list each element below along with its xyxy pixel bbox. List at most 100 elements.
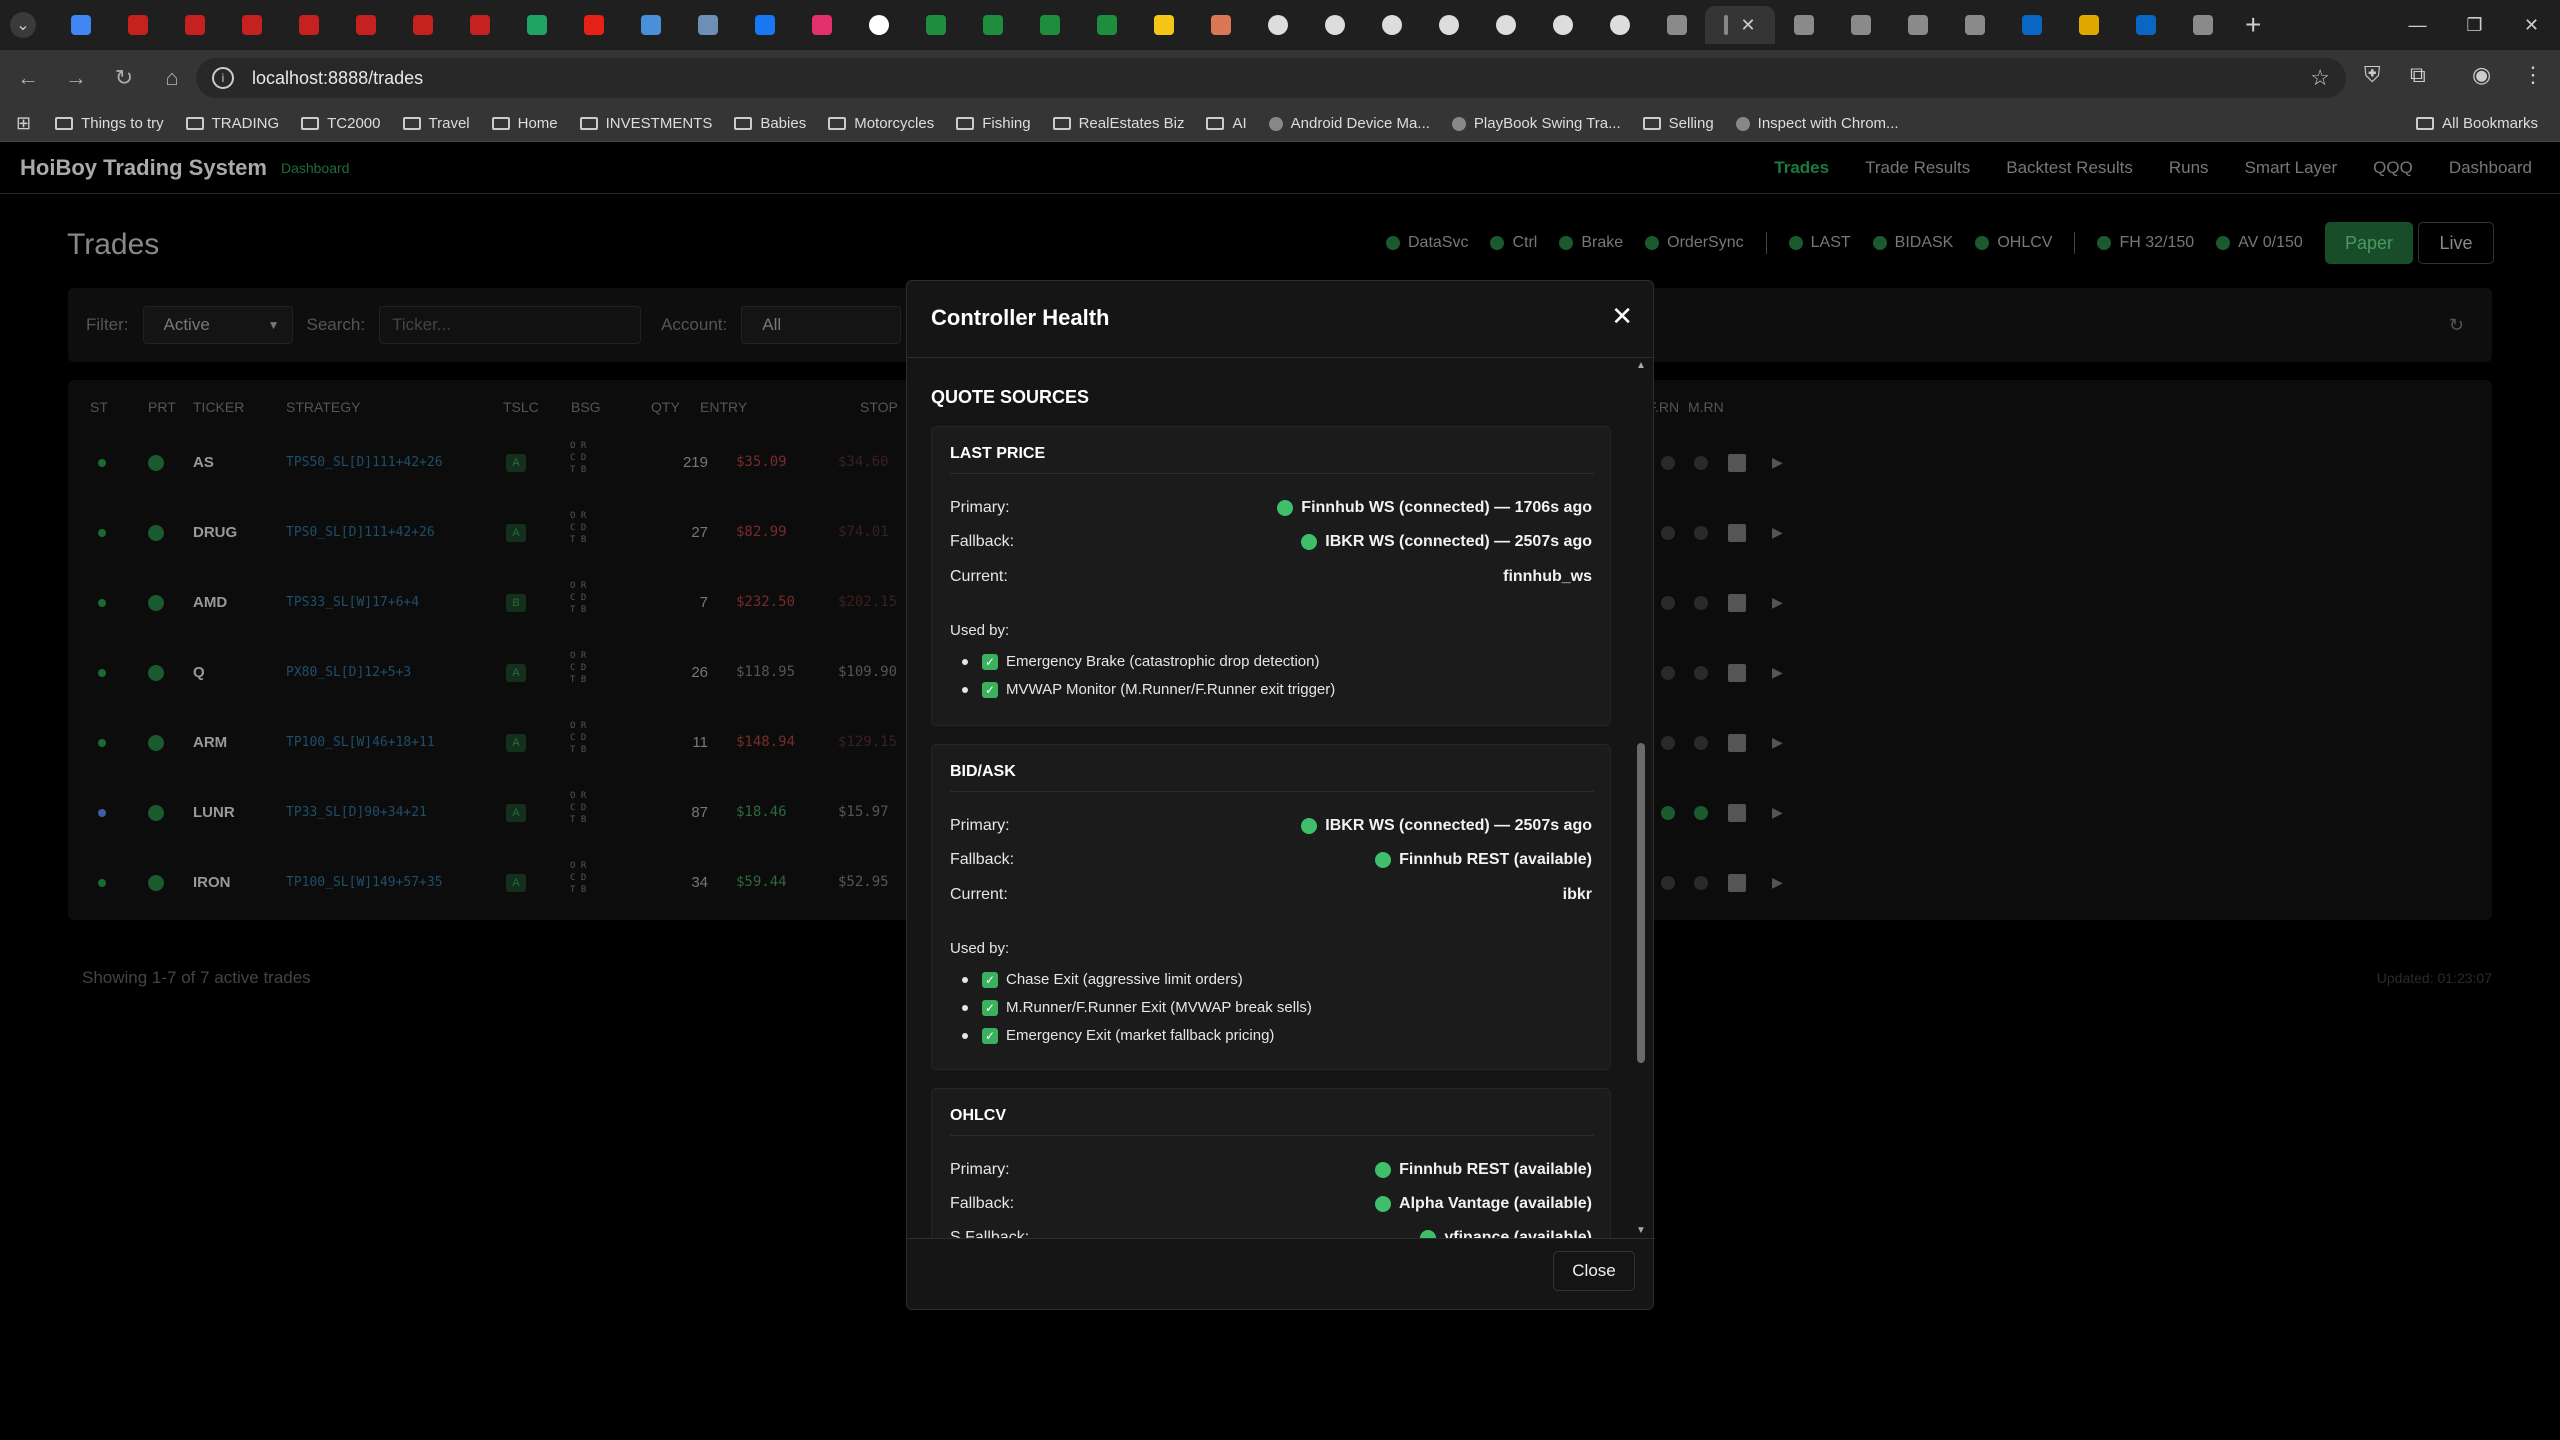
browser-tab[interactable] [451,6,508,44]
browser-tab[interactable] [2117,6,2174,44]
back-icon[interactable]: ← [8,65,48,91]
play-icon[interactable]: ▶ [1772,734,1783,751]
restore-icon[interactable]: ❐ [2446,0,2503,50]
column-header[interactable]: ST [90,399,108,415]
status-av-0-150[interactable]: AV 0/150 [2216,234,2303,252]
browser-tab[interactable] [1775,6,1832,44]
bookmark-item[interactable]: INVESTMENTS [579,115,712,132]
column-header[interactable]: QTY [651,399,680,415]
browser-tab[interactable] [1534,6,1591,44]
browser-tab[interactable] [1078,6,1135,44]
brand-subtitle[interactable]: Dashboard [281,160,350,176]
mrn-dot[interactable] [1694,806,1708,820]
browser-tab[interactable] [793,6,850,44]
close-button[interactable]: Close [1553,1251,1635,1291]
browser-tab[interactable] [109,6,166,44]
status-brake[interactable]: Brake [1559,234,1623,252]
chart-icon[interactable] [1728,594,1746,612]
column-header[interactable]: BSG [571,399,601,415]
reload-icon[interactable]: ↻ [104,65,144,91]
ticker-cell[interactable]: ARM [193,734,227,751]
bookmark-item[interactable]: Selling [1642,115,1714,132]
home-icon[interactable]: ⌂ [152,65,192,91]
bookmark-item[interactable]: RealEstates Biz [1052,115,1184,132]
browser-tab[interactable]: ✕ [1705,6,1775,44]
strategy-cell[interactable]: PX80_SL[D]12+5+3 [286,665,411,680]
mrn-dot[interactable] [1694,456,1708,470]
browser-tab[interactable] [736,6,793,44]
bookmark-item[interactable]: AI [1206,115,1247,132]
browser-tab[interactable] [1192,6,1249,44]
play-icon[interactable]: ▶ [1772,804,1783,821]
browser-tab[interactable] [394,6,451,44]
play-icon[interactable]: ▶ [1772,524,1783,541]
browser-tab[interactable] [1021,6,1078,44]
ticker-cell[interactable]: IRON [193,874,231,891]
close-window-icon[interactable]: ✕ [2503,0,2560,50]
browser-tab[interactable] [565,6,622,44]
bookmark-item[interactable]: Home [491,115,558,132]
mrn-dot[interactable] [1694,526,1708,540]
frn-dot[interactable] [1661,806,1675,820]
all-bookmarks[interactable]: All Bookmarks [2416,115,2538,132]
browser-tab[interactable] [1889,6,1946,44]
status-bidask[interactable]: BIDASK [1872,234,1953,252]
ticker-cell[interactable]: Q [193,664,205,681]
scroll-down-icon[interactable]: ▼ [1635,1225,1647,1236]
bookmark-item[interactable]: Inspect with Chrom... [1735,115,1899,132]
frn-dot[interactable] [1661,596,1675,610]
bookmark-star-icon[interactable]: ☆ [2310,65,2330,91]
column-header[interactable]: PRT [148,399,176,415]
minimize-icon[interactable]: — [2389,0,2446,50]
modal-body[interactable]: QUOTE SOURCES LAST PRICE Primary: Finnhu… [907,358,1655,1238]
browser-tab[interactable] [2060,6,2117,44]
browser-tab[interactable] [2003,6,2060,44]
browser-tab[interactable] [1591,6,1648,44]
status-ohlcv[interactable]: OHLCV [1975,234,2052,252]
brand-title[interactable]: HoiBoy Trading System [20,155,267,181]
strategy-cell[interactable]: TPS50_SL[D]111+42+26 [286,455,443,470]
browser-tab[interactable] [679,6,736,44]
forward-icon[interactable]: → [56,65,96,91]
mrn-dot[interactable] [1694,736,1708,750]
bookmark-item[interactable]: TRADING [185,115,279,132]
nav-runs[interactable]: Runs [2169,158,2209,178]
ticker-search-input[interactable]: Ticker... [379,306,642,344]
strategy-cell[interactable]: TP33_SL[D]90+34+21 [286,805,427,820]
ticker-cell[interactable]: LUNR [193,804,235,821]
paper-mode-button[interactable]: Paper [2325,222,2413,264]
browser-tab[interactable] [622,6,679,44]
tab-search-icon[interactable]: ⌄ [10,12,36,38]
browser-tab[interactable] [1477,6,1534,44]
site-info-icon[interactable]: i [212,67,234,89]
profile-avatar-icon[interactable]: ◉ [2472,62,2491,88]
ticker-cell[interactable]: DRUG [193,524,237,541]
strategy-cell[interactable]: TP100_SL[W]149+57+35 [286,875,443,890]
bookmark-item[interactable]: TC2000 [301,115,381,132]
scroll-up-icon[interactable]: ▲ [1635,360,1647,371]
bitwarden-extension-icon[interactable]: ⛨ [2364,62,2381,88]
frn-dot[interactable] [1661,666,1675,680]
bookmark-item[interactable]: Things to try [55,115,164,132]
bookmark-item[interactable]: Travel [402,115,470,132]
play-icon[interactable]: ▶ [1772,594,1783,611]
account-select[interactable]: All [741,306,902,344]
frn-dot[interactable] [1661,526,1675,540]
chart-icon[interactable] [1728,664,1746,682]
browser-tab[interactable] [508,6,565,44]
nav-smart-layer[interactable]: Smart Layer [2245,158,2338,178]
status-ordersync[interactable]: OrderSync [1645,234,1744,252]
status-fh-32-150[interactable]: FH 32/150 [2097,234,2194,252]
play-icon[interactable]: ▶ [1772,664,1783,681]
browser-tab[interactable] [1135,6,1192,44]
menu-kebab-icon[interactable]: ⋮ [2522,62,2544,88]
strategy-cell[interactable]: TPS0_SL[D]111+42+26 [286,525,435,540]
bookmark-item[interactable]: Motorcycles [828,115,934,132]
status-datasvc[interactable]: DataSvc [1386,234,1468,252]
column-header[interactable]: M.RN [1688,399,1724,415]
bookmark-item[interactable]: Babies [734,115,806,132]
play-icon[interactable]: ▶ [1772,874,1783,891]
new-tab-icon[interactable]: + [2245,9,2261,41]
live-mode-button[interactable]: Live [2418,222,2494,264]
browser-tab[interactable] [337,6,394,44]
